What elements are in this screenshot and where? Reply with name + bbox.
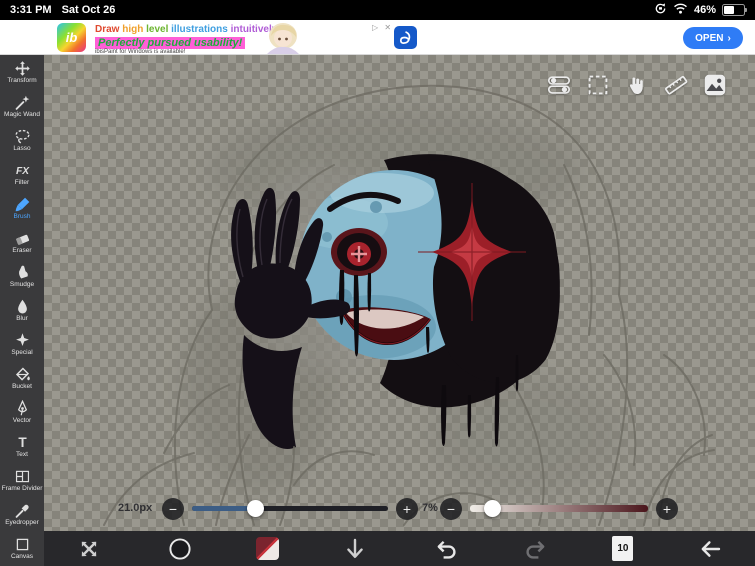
ad-banner[interactable]: ib Draw high level illustrations intuiti… (0, 20, 755, 55)
text-icon: T (18, 435, 27, 450)
lasso-icon (14, 129, 30, 144)
tool-frame-divider[interactable]: Frame Divider (0, 463, 44, 497)
opacity-minus-button[interactable]: − (440, 498, 462, 520)
opacity-plus-button[interactable]: + (656, 498, 678, 520)
redo-icon[interactable] (522, 535, 550, 563)
chevron-right-icon: › (727, 32, 731, 44)
tool-transform[interactable]: Transform (0, 55, 44, 89)
tool-canvas[interactable]: Canvas (0, 531, 44, 565)
brush-size-value: 21.0px (118, 502, 153, 514)
tool-brush[interactable]: Brush (0, 191, 44, 225)
opacity-value: 7% (422, 502, 438, 514)
tool-text[interactable]: T Text (0, 429, 44, 463)
back-arrow-icon[interactable] (696, 535, 724, 563)
transform-icon (14, 61, 30, 76)
smudge-icon (18, 265, 28, 279)
battery-icon (722, 4, 747, 16)
canvas-quick-toolbar (545, 71, 729, 99)
status-bar: 3:31 PM Sat Oct 26 46% (0, 0, 755, 20)
canvas-artwork (103, 84, 715, 526)
ibispaint-logo: ib (57, 23, 86, 52)
tool-blur[interactable]: Blur (0, 293, 44, 327)
tool-filter[interactable]: FX Filter (0, 157, 44, 191)
ad-choices-icon[interactable]: ▷ ✕ (372, 23, 393, 32)
brush-preview-icon[interactable] (166, 535, 194, 563)
clock: 3:31 PM (10, 4, 52, 16)
ad-character-image (263, 22, 303, 59)
canvas-icon (16, 538, 28, 550)
filter-icon: FX (15, 166, 29, 177)
ruler-icon[interactable] (662, 71, 690, 99)
ibispaint-app: 3:31 PM Sat Oct 26 46% ib Draw high leve… (0, 0, 755, 566)
hand-icon[interactable] (623, 71, 651, 99)
layers-button[interactable]: 10 (612, 536, 634, 561)
tool-lasso[interactable]: Lasso (0, 123, 44, 157)
material-icon[interactable] (701, 71, 729, 99)
bottom-toolbar: 10 (44, 531, 755, 566)
color-swatch[interactable] (255, 537, 279, 560)
tool-eraser[interactable]: Eraser (0, 225, 44, 259)
eyedropper-icon (15, 504, 29, 518)
brush-size-minus-button[interactable]: − (162, 498, 184, 520)
bucket-icon (15, 367, 30, 381)
ad-headline: Draw high level illustrations intuitivel… (95, 24, 281, 35)
tool-eyedropper[interactable]: Eyedropper (0, 497, 44, 531)
brush-size-plus-button[interactable]: + (396, 498, 418, 520)
tool-vector[interactable]: Vector (0, 395, 44, 429)
advertiser-app-icon (394, 26, 417, 49)
quick-settings-icon[interactable] (545, 71, 573, 99)
ad-subheadline: Perfectly pursued usability! (95, 37, 246, 49)
svg-text:FX: FX (15, 166, 29, 177)
tool-smudge[interactable]: Smudge (0, 259, 44, 293)
special-icon (15, 333, 29, 346)
magic-wand-icon (15, 95, 29, 110)
tool-magic-wand[interactable]: Magic Wand (0, 89, 44, 123)
tool-bucket[interactable]: Bucket (0, 361, 44, 395)
brush-icon (15, 197, 29, 212)
ad-open-button[interactable]: OPEN › (683, 27, 743, 49)
date: Sat Oct 26 (61, 4, 116, 16)
battery-percent: 46% (693, 4, 716, 16)
fullscreen-arrow-icon[interactable] (341, 535, 369, 563)
svg-text:T: T (18, 435, 27, 450)
move-tool-icon[interactable] (75, 535, 103, 563)
blur-icon (17, 299, 27, 314)
selection-icon[interactable] (584, 71, 612, 99)
rotation-lock-icon (654, 2, 667, 18)
wifi-icon (673, 3, 688, 17)
brush-size-track-fill (192, 506, 255, 511)
frame-divider-icon (15, 470, 29, 482)
opacity-thumb[interactable] (484, 500, 501, 517)
tool-special[interactable]: Special (0, 327, 44, 361)
brush-size-thumb[interactable] (247, 500, 264, 517)
drawing-canvas[interactable]: 21.0px − + 7% − + (44, 55, 755, 566)
undo-icon[interactable] (432, 535, 460, 563)
eraser-icon (15, 234, 29, 245)
vector-icon (17, 399, 27, 416)
tool-sidebar: Transform Magic Wand Lasso FX Filter Bru… (0, 55, 44, 566)
